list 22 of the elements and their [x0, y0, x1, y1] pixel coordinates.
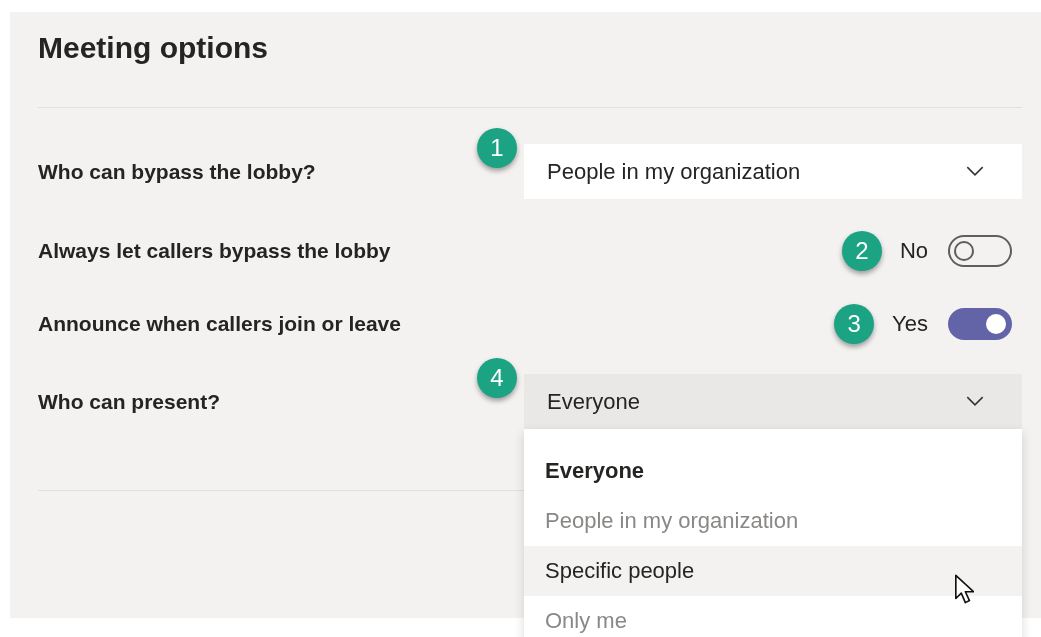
dropdown[interactable]: Everyone — [524, 374, 1022, 429]
step-badge: 2 — [841, 231, 882, 271]
setting-label: Who can present? — [38, 389, 221, 414]
menu-option[interactable]: People in my organization — [524, 496, 1022, 546]
menu-option[interactable]: Everyone — [524, 446, 1022, 496]
chevron-down-icon — [966, 396, 984, 407]
toggle-state: No — [899, 238, 928, 264]
toggle-state: Yes — [892, 311, 928, 337]
setting-label: Who can bypass the lobby? — [38, 159, 316, 184]
menu-option[interactable]: Only me — [524, 596, 1022, 637]
setting-label: Always let callers bypass the lobby — [38, 239, 391, 263]
step-badge: 3 — [834, 304, 875, 344]
menu-option[interactable]: Specific people — [524, 546, 1022, 596]
step-badge: 4 — [477, 358, 517, 398]
toggle-switch[interactable] — [948, 308, 1012, 340]
setting-label: Announce when callers join or leave — [38, 312, 401, 336]
toggle-switch[interactable] — [948, 235, 1012, 267]
dropdown[interactable]: People in my organization — [524, 144, 1022, 199]
mouse-pointer-icon — [954, 574, 974, 604]
step-badge: 1 — [477, 128, 517, 168]
chevron-down-icon — [966, 166, 984, 177]
page-title: Meeting options — [38, 30, 268, 65]
